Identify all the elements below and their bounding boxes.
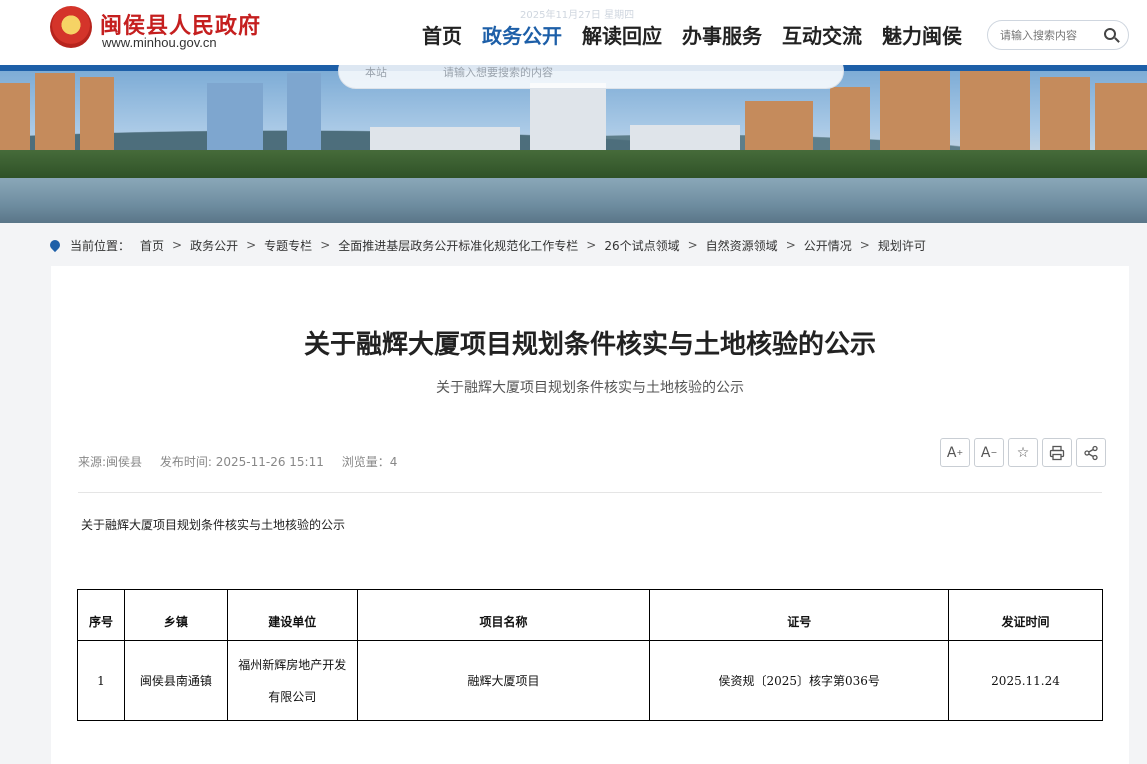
site-url: www.minhou.gov.cn	[102, 35, 217, 50]
share-button[interactable]	[1076, 438, 1106, 467]
city-banner: 本站 请输入想要搜索的内容	[0, 65, 1147, 223]
banner-search-scope[interactable]: 本站	[365, 65, 387, 80]
cell-no: 1	[77, 640, 125, 721]
breadcrumb-natural-resources[interactable]: 自然资源领域	[706, 237, 778, 254]
breadcrumb-home[interactable]: 首页	[140, 237, 164, 254]
favorite-button[interactable]: ☆	[1008, 438, 1038, 467]
breadcrumb-pilot-areas[interactable]: 26个试点领域	[604, 237, 679, 254]
nav-interpretation[interactable]: 解读回应	[582, 20, 662, 49]
meta-divider	[78, 492, 1102, 493]
article-views: 浏览量：4	[341, 455, 398, 469]
breadcrumb: 当前位置： 首页 > 政务公开 > 专题专栏 > 全面推进基层政务公开标准化规范…	[47, 236, 926, 254]
article-title: 关于融辉大厦项目规划条件核实与土地核验的公示	[303, 330, 876, 360]
article-subtitle: 关于融辉大厦项目规划条件核实与土地核验的公示	[436, 380, 744, 396]
nav-gov-affairs[interactable]: 政务公开	[482, 20, 562, 49]
article-intro: 关于融辉大厦项目规划条件核实与土地核验的公示	[81, 518, 346, 532]
font-decrease-button[interactable]: A −	[974, 438, 1004, 467]
article-card: 关于融辉大厦项目规划条件核实与土地核验的公示 关于融辉大厦项目规划条件核实与土地…	[51, 266, 1129, 764]
breadcrumb-separator: >	[246, 238, 257, 252]
permit-table: 序号 乡镇 建设单位 项目名称 证号 发证时间 1 闽侯县南通镇 福州新辉房地产…	[77, 589, 1103, 721]
breadcrumb-special-topics[interactable]: 专题专栏	[264, 237, 312, 254]
header-cert: 证号	[649, 589, 950, 641]
breadcrumb-separator: >	[859, 238, 870, 252]
cell-builder: 福州新辉房地产开发 有限公司	[226, 640, 358, 721]
main-nav: 首页 政务公开 解读回应 办事服务 互动交流 魅力闽侯	[422, 20, 962, 49]
article-source: 来源:闽侯县	[78, 455, 143, 469]
breadcrumb-separator: >	[785, 238, 796, 252]
header-project: 项目名称	[356, 589, 651, 641]
cell-date: 2025.11.24	[948, 640, 1103, 721]
header-builder: 建设单位	[226, 589, 358, 641]
header-search-input[interactable]	[1000, 26, 1100, 44]
breadcrumb-separator: >	[687, 238, 698, 252]
breadcrumb-planning-permit[interactable]: 规划许可	[878, 237, 926, 254]
breadcrumb-prefix: 当前位置：	[70, 238, 131, 253]
breadcrumb-gov-affairs[interactable]: 政务公开	[190, 237, 238, 254]
search-icon[interactable]	[1104, 28, 1116, 40]
header-town: 乡镇	[123, 589, 228, 641]
header-no: 序号	[77, 589, 125, 641]
plus-icon: +	[956, 448, 964, 457]
font-increase-button[interactable]: A +	[940, 438, 970, 467]
nav-services[interactable]: 办事服务	[682, 20, 762, 49]
breadcrumb-separator: >	[172, 238, 183, 252]
header-search-box	[987, 20, 1129, 50]
breadcrumb-standardization-column[interactable]: 全面推进基层政务公开标准化规范化工作专栏	[338, 237, 578, 254]
nav-charm-minhou[interactable]: 魅力闽侯	[882, 20, 962, 49]
cell-cert: 侯资规〔2025〕核字第036号	[649, 640, 950, 721]
table-row: 1 闽侯县南通镇 福州新辉房地产开发 有限公司 融辉大厦项目 侯资规〔2025〕…	[77, 640, 1103, 721]
minus-icon: −	[990, 448, 998, 457]
banner-search-placeholder[interactable]: 请输入想要搜索的内容	[443, 65, 553, 80]
article-meta: 来源:闽侯县 发布时间: 2025-11-26 15:11 浏览量：4	[78, 453, 411, 470]
star-icon: ☆	[1016, 444, 1030, 461]
breadcrumb-separator: >	[586, 238, 597, 252]
breadcrumb-separator: >	[320, 238, 331, 252]
cell-town: 闽侯县南通镇	[123, 640, 228, 721]
national-emblem-icon[interactable]	[50, 6, 92, 48]
cell-project: 融辉大厦项目	[356, 640, 651, 721]
print-button[interactable]	[1042, 438, 1072, 467]
article-tools: A + A − ☆	[940, 438, 1106, 467]
nav-interaction[interactable]: 互动交流	[782, 20, 862, 49]
site-header: 闽侯县人民政府 www.minhou.gov.cn 2025年11月27日 星期…	[0, 0, 1147, 65]
faint-date: 2025年11月27日 星期四	[520, 10, 635, 21]
banner-search-box[interactable]: 本站 请输入想要搜索的内容	[338, 65, 844, 89]
location-pin-icon	[47, 237, 63, 253]
printer-icon	[1049, 445, 1065, 460]
breadcrumb-disclosure[interactable]: 公开情况	[804, 237, 852, 254]
table-header-row: 序号 乡镇 建设单位 项目名称 证号 发证时间	[77, 589, 1103, 641]
header-date: 发证时间	[948, 589, 1103, 641]
nav-home[interactable]: 首页	[422, 20, 462, 49]
article-published: 发布时间: 2025-11-26 15:11	[159, 455, 324, 469]
share-icon	[1084, 445, 1098, 460]
